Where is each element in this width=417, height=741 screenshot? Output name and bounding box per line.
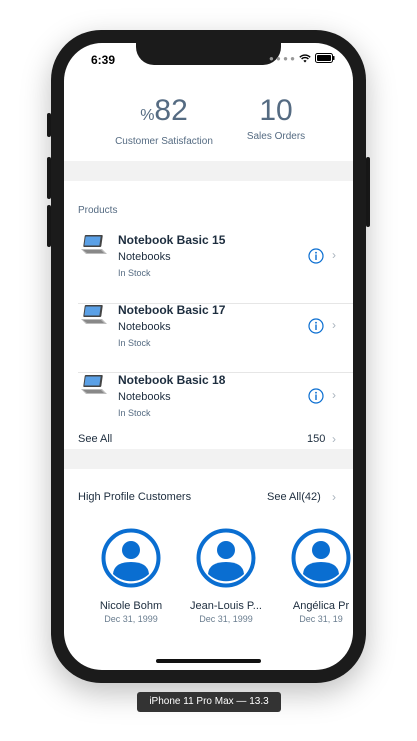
customer-name: Angélica Pr (292, 600, 350, 612)
power-button (366, 157, 370, 227)
home-indicator[interactable] (156, 659, 261, 663)
chevron-right-icon: › (332, 318, 336, 332)
customer-name: Jean-Louis P... (190, 600, 262, 612)
kpi-label: Customer Satisfaction (115, 136, 213, 147)
see-all-products-link[interactable]: See All (78, 433, 112, 445)
see-all-customers-link[interactable]: See All(42) (267, 491, 321, 503)
section-separator (64, 161, 353, 181)
chevron-right-icon: › (332, 248, 336, 262)
battery-icon (315, 53, 335, 63)
kpi-label: Sales Orders (246, 131, 306, 142)
products-count: 150 (307, 433, 326, 445)
product-status: In Stock (118, 408, 151, 418)
product-status: In Stock (118, 268, 151, 278)
kpi-sales-orders[interactable]: 10 Sales Orders (236, 94, 316, 143)
kpi-value: 10 (259, 94, 293, 127)
notch (136, 43, 281, 65)
info-icon[interactable] (308, 318, 324, 334)
customer-date: Dec 31, 1999 (104, 614, 158, 624)
status-time: 6:39 (91, 53, 116, 67)
product-item[interactable]: Notebook Basic 18 Notebooks In Stock › (78, 371, 340, 440)
kpi-value: 82 (154, 94, 188, 127)
laptop-icon (81, 235, 107, 254)
app-screen: 6:39 ● ● ● ● %82 Customer Satisfaction 1… (64, 43, 353, 670)
wifi-icon (299, 53, 311, 62)
customer-card[interactable]: Jean-Louis P... Dec 31, 1999 (181, 528, 271, 624)
product-title: Notebook Basic 15 (118, 233, 226, 247)
product-item[interactable]: Notebook Basic 15 Notebooks In Stock › (78, 231, 340, 300)
avatar-icon (291, 528, 351, 588)
product-category: Notebooks (118, 321, 171, 333)
customer-card[interactable]: Angélica Pr Dec 31, 19 (276, 528, 353, 624)
customer-name: Nicole Bohm (99, 600, 163, 612)
device-caption: iPhone 11 Pro Max — 13.3 (137, 692, 281, 712)
product-category: Notebooks (118, 391, 171, 403)
customers-header: High Profile Customers (78, 491, 192, 503)
kpi-customer-satisfaction[interactable]: %82 Customer Satisfaction (104, 94, 224, 148)
info-icon[interactable] (308, 248, 324, 264)
chevron-right-icon: › (332, 388, 336, 402)
product-title: Notebook Basic 18 (118, 373, 226, 387)
customer-date: Dec 31, 19 (299, 614, 343, 624)
signal-dots-icon: ● ● ● ● (269, 53, 295, 63)
kpi-prefix: % (140, 107, 155, 124)
kpi-header: %82 Customer Satisfaction 10 Sales Order… (64, 95, 353, 155)
info-icon[interactable] (308, 388, 324, 404)
customer-card[interactable]: Nicole Bohm Dec 31, 1999 (86, 528, 176, 624)
avatar-icon (101, 528, 161, 588)
chevron-right-icon: › (332, 490, 336, 504)
section-separator (64, 449, 353, 469)
product-item[interactable]: Notebook Basic 17 Notebooks In Stock › (78, 301, 340, 370)
products-header: Products (78, 205, 118, 216)
laptop-icon (81, 375, 107, 394)
customer-date: Dec 31, 1999 (199, 614, 253, 624)
laptop-icon (81, 305, 107, 324)
chevron-right-icon: › (332, 432, 336, 446)
product-status: In Stock (118, 338, 151, 348)
device-frame: 6:39 ● ● ● ● %82 Customer Satisfaction 1… (51, 30, 366, 683)
avatar-icon (196, 528, 256, 588)
product-category: Notebooks (118, 251, 171, 263)
product-title: Notebook Basic 17 (118, 303, 226, 317)
status-icons: ● ● ● ● (269, 53, 335, 63)
